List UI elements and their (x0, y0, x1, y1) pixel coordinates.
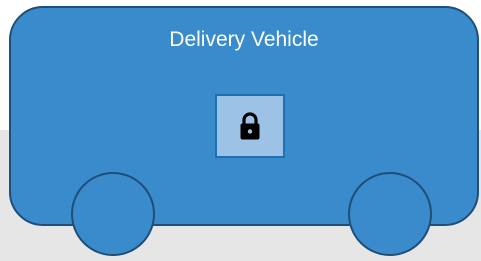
rear-wheel (348, 172, 432, 256)
vehicle-title: Delivery Vehicle (169, 28, 319, 51)
lock-button[interactable] (215, 94, 285, 158)
front-wheel (71, 172, 155, 256)
lock-icon (240, 112, 260, 140)
diagram-canvas: Delivery Vehicle (0, 0, 481, 261)
